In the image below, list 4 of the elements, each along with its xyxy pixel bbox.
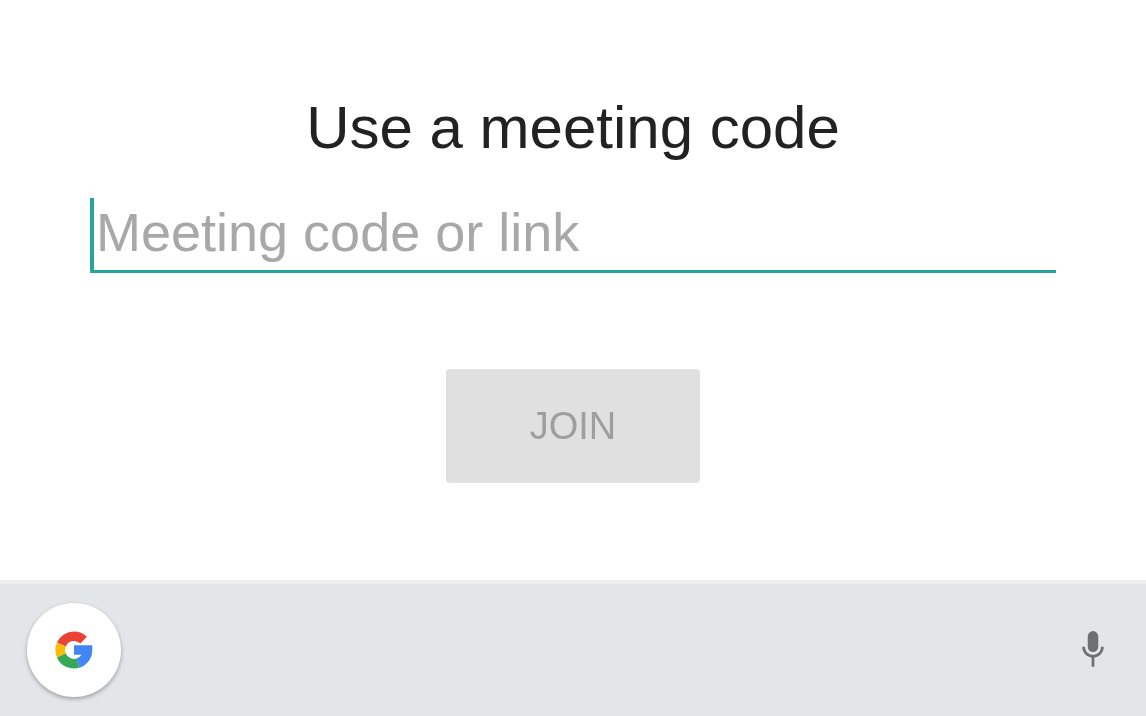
logo-button[interactable] [27, 603, 121, 697]
text-cursor [90, 198, 94, 270]
meeting-code-field[interactable]: Meeting code or link [90, 194, 1056, 273]
dialog-title: Use a meeting code [306, 93, 840, 163]
